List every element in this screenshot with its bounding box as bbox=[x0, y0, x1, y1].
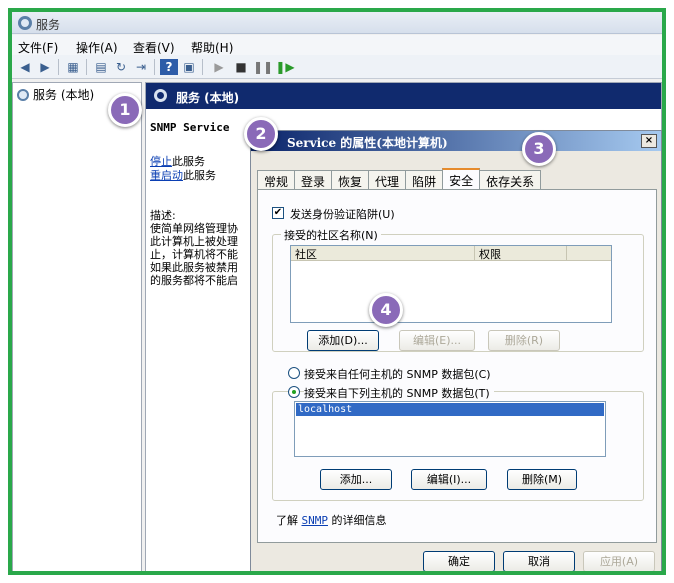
back-arrow-icon[interactable]: ◀ bbox=[16, 59, 34, 75]
export-list-icon[interactable]: ⇥ bbox=[132, 59, 150, 75]
apply-button[interactable]: 应用(A) bbox=[583, 551, 655, 571]
services-gear-icon bbox=[18, 16, 32, 30]
service-name: SNMP Service bbox=[150, 121, 230, 134]
description-line: 的服务都将不能启 bbox=[150, 274, 238, 287]
tab-dependencies[interactable]: 依存关系 bbox=[479, 170, 542, 189]
send-auth-trap-label: 发送身份验证陷阱(U) bbox=[290, 208, 395, 221]
forward-arrow-icon[interactable]: ▶ bbox=[36, 59, 54, 75]
snmp-help-link[interactable]: SNMP bbox=[302, 514, 329, 527]
refresh-icon[interactable]: ↻ bbox=[112, 59, 130, 75]
details-header: 服务 (本地) bbox=[146, 83, 661, 109]
menu-bar: 文件(F) 操作(A) 查看(V) 帮助(H) bbox=[12, 35, 662, 55]
tab-general[interactable]: 常规 bbox=[257, 170, 296, 189]
communities-legend: 接受的社区名称(N) bbox=[281, 227, 381, 243]
tree-item-services-local[interactable]: 服务 (本地) bbox=[17, 86, 94, 103]
restart-service-icon[interactable]: ❚▶ bbox=[275, 59, 294, 75]
console-tree-icon[interactable]: ▦ bbox=[64, 59, 82, 75]
description-line: 如果此服务被禁用 bbox=[150, 261, 238, 274]
tab-traps[interactable]: 陷阱 bbox=[405, 170, 444, 189]
learn-more-suffix: 的详细信息 bbox=[331, 514, 387, 527]
tab-agent[interactable]: 代理 bbox=[368, 170, 407, 189]
learn-more-prefix: 了解 bbox=[276, 514, 298, 527]
tree-item-label: 服务 (本地) bbox=[33, 88, 95, 102]
accepted-hosts-list[interactable]: localhost bbox=[294, 401, 606, 457]
dialog-title: Service 的属性(本地计算机) bbox=[287, 136, 448, 150]
service-properties-dialog: Service 的属性(本地计算机) × 常规 登录 恢复 代理 陷阱 安全 依… bbox=[250, 130, 662, 571]
dialog-tabs: 常规 登录 恢复 代理 陷阱 安全 依存关系 bbox=[257, 168, 542, 189]
stop-service-line: 停止此服务 bbox=[150, 155, 205, 168]
show-pane-icon[interactable]: ▣ bbox=[180, 59, 198, 75]
services-gear-icon bbox=[154, 89, 167, 102]
menu-file[interactable]: 文件(F) bbox=[18, 39, 58, 56]
host-list-item[interactable]: localhost bbox=[296, 403, 604, 416]
remove-community-button[interactable]: 删除(R) bbox=[488, 330, 560, 351]
menu-view[interactable]: 查看(V) bbox=[133, 39, 175, 56]
properties-icon[interactable]: ▤ bbox=[92, 59, 110, 75]
menu-help[interactable]: 帮助(H) bbox=[191, 39, 233, 56]
send-auth-trap-checkbox[interactable]: ✔ bbox=[272, 207, 284, 219]
security-tab-page: ✔ 发送身份验证陷阱(U) 接受的社区名称(N) 社区 权限 添加(D)... … bbox=[257, 189, 657, 543]
accept-listed-hosts-label: 接受来自下列主机的 SNMP 数据包(T) bbox=[304, 385, 494, 401]
close-icon[interactable]: × bbox=[641, 134, 657, 148]
dialog-titlebar: Service 的属性(本地计算机) × bbox=[251, 131, 661, 151]
cancel-button[interactable]: 取消 bbox=[503, 551, 575, 571]
toolbar-separator bbox=[58, 59, 59, 75]
window-title: 服务 bbox=[36, 18, 61, 32]
stop-service-icon[interactable]: ■ bbox=[232, 59, 250, 75]
restart-service-line: 重启动此服务 bbox=[150, 169, 216, 182]
services-gear-icon bbox=[17, 88, 29, 101]
toolbar-separator bbox=[154, 59, 155, 75]
pause-service-icon[interactable]: ❚❚ bbox=[253, 59, 273, 75]
toolbar: ◀ ▶ ▦ ▤ ↻ ⇥ ? ▣ ▶ ■ ❚❚ ❚▶ bbox=[12, 55, 662, 79]
edit-community-button[interactable]: 编辑(E)... bbox=[399, 330, 475, 351]
description-line: 止，计算机将不能 bbox=[150, 248, 238, 261]
callout-badge-1: 1 bbox=[108, 93, 142, 127]
ok-button[interactable]: 确定 bbox=[423, 551, 495, 571]
start-service-icon[interactable]: ▶ bbox=[210, 59, 228, 75]
add-host-button[interactable]: 添加... bbox=[320, 469, 392, 490]
callout-badge-4: 4 bbox=[369, 293, 403, 327]
window-titlebar: 服务 bbox=[12, 12, 662, 34]
toolbar-separator bbox=[86, 59, 87, 75]
communities-list-header: 社区 权限 bbox=[291, 246, 611, 261]
stop-service-link[interactable]: 停止 bbox=[150, 155, 172, 168]
restart-service-suffix: 此服务 bbox=[183, 169, 216, 182]
callout-badge-3: 3 bbox=[522, 132, 556, 166]
tab-recovery[interactable]: 恢复 bbox=[331, 170, 370, 189]
accept-any-host-label: 接受来自任何主机的 SNMP 数据包(C) bbox=[304, 368, 491, 381]
description-line: 使简单网络管理协 bbox=[150, 222, 238, 235]
menu-action[interactable]: 操作(A) bbox=[76, 39, 118, 56]
console-tree-pane: 服务 (本地) bbox=[12, 82, 142, 571]
communities-list[interactable]: 社区 权限 bbox=[290, 245, 612, 323]
stop-service-suffix: 此服务 bbox=[172, 155, 205, 168]
screenshot-frame: 服务 文件(F) 操作(A) 查看(V) 帮助(H) ◀ ▶ ▦ ▤ ↻ ⇥ ?… bbox=[8, 8, 666, 575]
tab-logon[interactable]: 登录 bbox=[294, 170, 333, 189]
remove-host-button[interactable]: 删除(M) bbox=[507, 469, 577, 490]
column-header-community[interactable]: 社区 bbox=[291, 246, 475, 261]
learn-more-text: 了解 SNMP 的详细信息 bbox=[276, 512, 387, 528]
restart-service-link[interactable]: 重启动 bbox=[150, 169, 183, 182]
details-header-title: 服务 (本地) bbox=[176, 91, 240, 105]
description-label: 描述: bbox=[150, 209, 176, 222]
column-header-rights[interactable]: 权限 bbox=[475, 246, 567, 261]
communities-group: 接受的社区名称(N) 社区 权限 添加(D)... 编辑(E)... 删除(R) bbox=[272, 227, 644, 352]
accept-listed-hosts-radio[interactable] bbox=[288, 386, 300, 398]
toolbar-separator bbox=[202, 59, 203, 75]
edit-host-button[interactable]: 编辑(I)... bbox=[411, 469, 487, 490]
callout-badge-2: 2 bbox=[244, 117, 278, 151]
add-community-button[interactable]: 添加(D)... bbox=[307, 330, 379, 351]
description-line: 此计算机上被处理 bbox=[150, 235, 238, 248]
accept-any-host-radio[interactable] bbox=[288, 367, 300, 379]
help-icon[interactable]: ? bbox=[160, 59, 178, 75]
tab-security[interactable]: 安全 bbox=[442, 168, 481, 189]
